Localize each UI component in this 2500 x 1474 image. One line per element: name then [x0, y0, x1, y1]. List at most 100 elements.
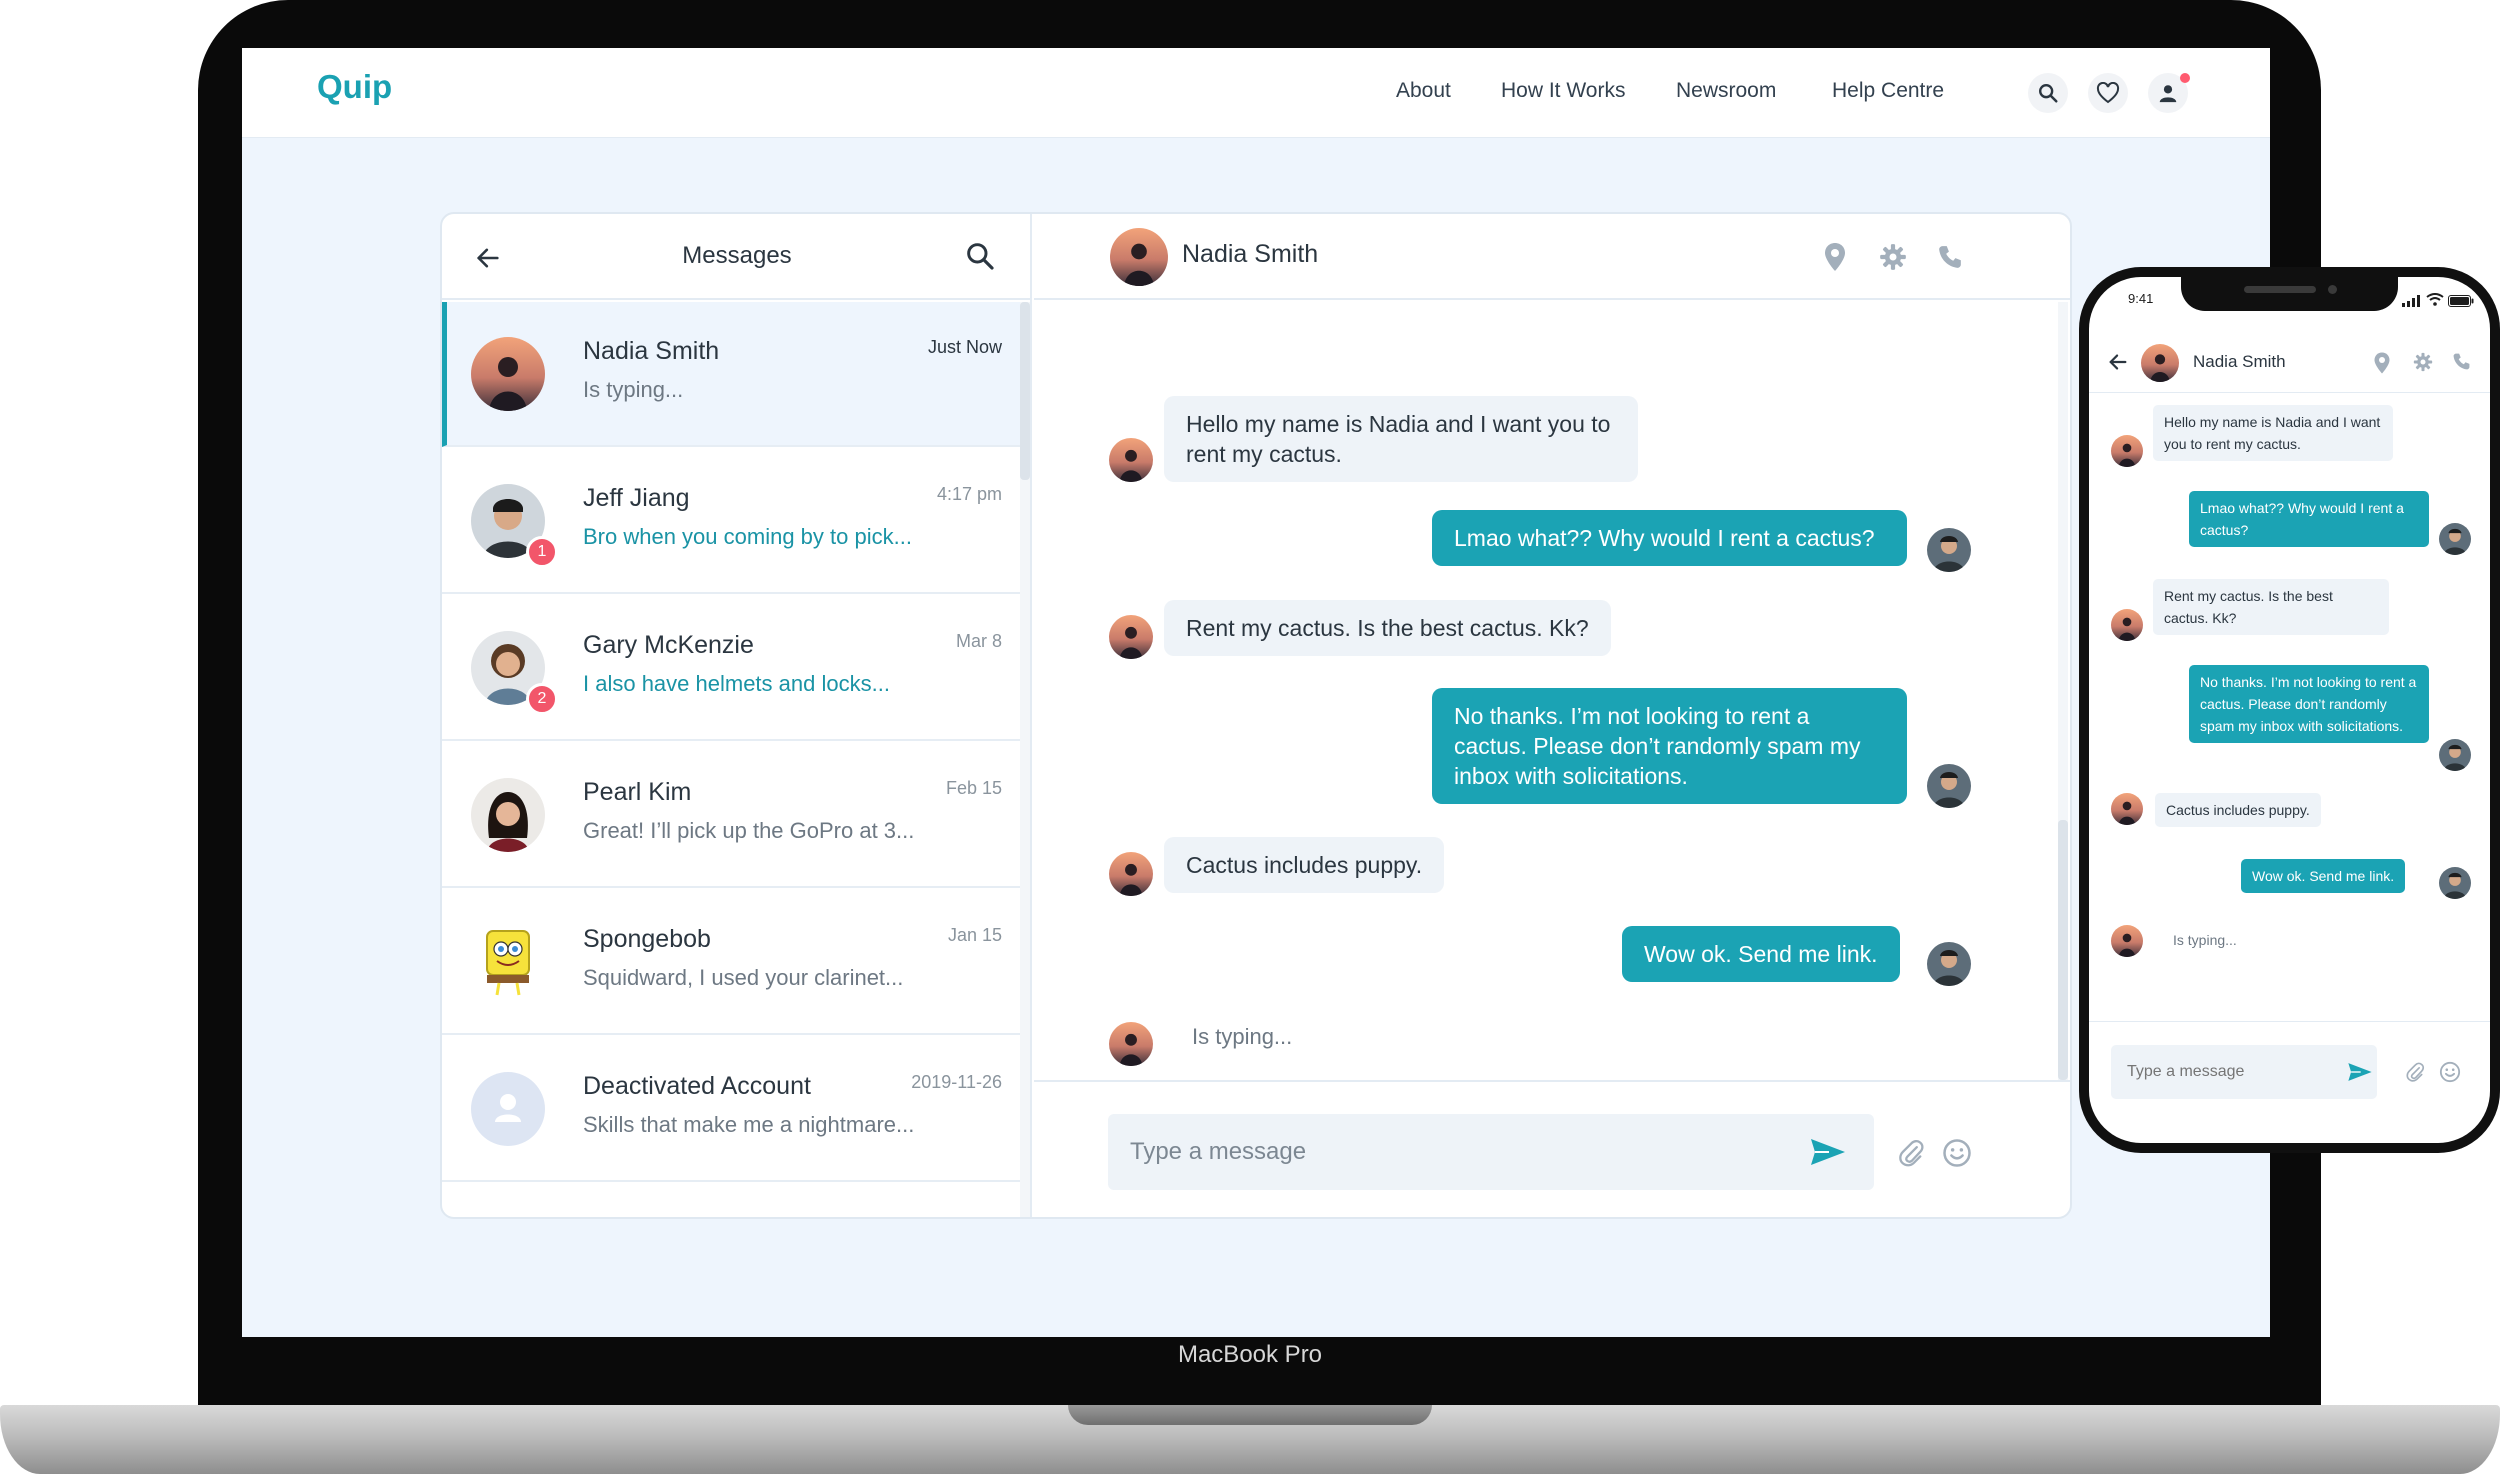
nav-link-about[interactable]: About: [1396, 79, 1451, 103]
nav-link-newsroom[interactable]: Newsroom: [1676, 79, 1776, 103]
search-icon: [967, 243, 994, 270]
attach-button[interactable]: [1894, 1136, 1928, 1170]
conversation-list-scroll-thumb[interactable]: [1020, 302, 1030, 480]
phone-status-time: 9:41: [2128, 291, 2154, 306]
phone-screen: Nadia Smith Hello my name is Nadia and I…: [2089, 277, 2490, 1143]
conversation-item-nadia-smith[interactable]: Nadia Smith Is typing... Just Now: [442, 302, 1020, 447]
phone-message-avatar-me: [2439, 739, 2471, 771]
paperclip-icon: [1899, 1140, 1924, 1167]
conversation-preview: Squidward, I used your clarinet...: [583, 965, 904, 990]
phone-notch: [2181, 277, 2398, 311]
conversation-time: Mar 8: [955, 631, 1002, 651]
brand-logo[interactable]: Quip: [317, 68, 392, 106]
message-avatar-them: [1109, 852, 1153, 896]
message-bubble-incoming: Cactus includes puppy.: [1164, 837, 1445, 893]
phone-message-avatar-them: [2111, 793, 2143, 825]
phone-emoji-button[interactable]: [2439, 1061, 2461, 1087]
phone-composer-divider: [2089, 1021, 2490, 1022]
phone-signal-icon: [2402, 292, 2422, 311]
nav-link-help-centre[interactable]: Help Centre: [1832, 79, 1944, 103]
message-avatar-them: [1109, 615, 1153, 659]
conversation-time: 2019-11-26: [911, 1072, 1002, 1092]
settings-button[interactable]: [1877, 241, 1909, 273]
phone-camera: [2328, 285, 2337, 294]
avatar-spongebob: [471, 925, 545, 999]
phone-message-bubble-incoming: Cactus includes puppy.: [2155, 793, 2321, 827]
message-avatar-them: [1109, 438, 1153, 482]
conversation-preview: Great! I’ll pick up the GoPro at 3...: [583, 818, 915, 843]
smiley-icon: [1943, 1139, 1971, 1167]
send-button[interactable]: [1808, 1134, 1848, 1170]
phone-speaker: [2244, 286, 2316, 293]
chat-contact-name[interactable]: Nadia Smith: [1182, 240, 1318, 269]
phone-message-bubble-incoming: Rent my cactus. Is the best cactus. Kk?: [2153, 579, 2389, 635]
message-input[interactable]: [1130, 1136, 1770, 1168]
chat-contact-avatar[interactable]: [1110, 228, 1168, 286]
message-composer: [1108, 1114, 1874, 1190]
phone-message-avatar-me: [2439, 867, 2471, 899]
message-bubble-outgoing: Wow ok. Send me link.: [1622, 926, 1900, 982]
laptop-notch: [1068, 1405, 1432, 1425]
messaging-app: Messages Nadia Smith Is typing... Just N…: [440, 212, 2072, 1219]
conversation-item-spongebob[interactable]: Spongebob Squidward, I used your clarine…: [442, 890, 1020, 1035]
message-bubble-incoming: Hello my name is Nadia and I want you to…: [1164, 396, 1638, 482]
phone-send-button[interactable]: [2347, 1061, 2373, 1087]
phone-battery-icon: [2448, 292, 2474, 311]
notification-dot: [2180, 73, 2190, 83]
heart-icon: [2096, 82, 2120, 104]
arrow-left-icon: [2109, 354, 2127, 370]
conversation-time: Jan 15: [947, 925, 1002, 945]
conversation-name: Jeff Jiang: [583, 484, 690, 512]
message-avatar-me: [1927, 764, 1971, 808]
phone-call-button[interactable]: [2452, 352, 2471, 375]
gear-icon: [2413, 352, 2433, 372]
send-icon: [1811, 1139, 1845, 1165]
phone-back-button[interactable]: [2107, 351, 2131, 375]
location-pin-icon: [1825, 243, 1845, 271]
phone-icon: [2453, 353, 2470, 370]
user-icon: [2159, 85, 2177, 103]
phone-location-button[interactable]: [2373, 351, 2391, 379]
location-button[interactable]: [1820, 240, 1850, 274]
search-conversations-button[interactable]: [962, 238, 998, 274]
conversation-time: Feb 15: [945, 778, 1002, 798]
message-avatar-me: [1927, 528, 1971, 572]
typing-indicator: Is typing...: [1192, 1024, 1293, 1049]
conversation-name: Deactivated Account: [583, 1072, 811, 1100]
phone-contact-avatar[interactable]: [2141, 344, 2179, 382]
phone-settings-button[interactable]: [2413, 352, 2433, 376]
call-button[interactable]: [1934, 241, 1966, 273]
phone-message-bubble-outgoing: Wow ok. Send me link.: [2241, 859, 2406, 893]
laptop-model-label: MacBook Pro: [1177, 1341, 1323, 1368]
nav-favorites-button[interactable]: [2088, 73, 2128, 113]
phone-attach-button[interactable]: [2405, 1061, 2425, 1087]
message-bubble-outgoing: No thanks. I’m not looking to rent a cac…: [1432, 688, 1907, 804]
conversation-item-deactivated-account[interactable]: Deactivated Account Skills that make me …: [442, 1037, 1020, 1182]
paperclip-icon: [2406, 1062, 2425, 1082]
top-navigation: Quip About How It Works Newsroom Help Ce…: [242, 48, 2270, 138]
message-bubble-outgoing: Lmao what?? Why would I rent a cactus?: [1432, 510, 1907, 566]
nav-link-how-it-works[interactable]: How It Works: [1501, 79, 1625, 103]
phone-message-avatar-them: [2111, 435, 2143, 467]
phone-message-bubble-outgoing: Lmao what?? Why would I rent a cactus?: [2189, 491, 2429, 547]
conversation-time: 4:17 pm: [936, 484, 1002, 504]
conversation-name: Pearl Kim: [583, 778, 692, 806]
phone-message-avatar-me: [2439, 523, 2471, 555]
conversation-item-pearl-kim[interactable]: Pearl Kim Great! I’ll pick up the GoPro …: [442, 743, 1020, 888]
unread-badge: 1: [526, 536, 558, 568]
phone-message-composer: [2111, 1045, 2377, 1099]
location-pin-icon: [2374, 352, 2390, 374]
conversation-item-gary-mckenzie[interactable]: 2 Gary McKenzie I also have helmets and …: [442, 596, 1020, 741]
phone-wifi-icon: [2426, 291, 2444, 310]
nav-search-button[interactable]: [2028, 73, 2068, 113]
conversation-item-jeff-jiang[interactable]: 1 Jeff Jiang Bro when you coming by to p…: [442, 449, 1020, 594]
phone-icon: [1939, 246, 1961, 268]
emoji-button[interactable]: [1940, 1136, 1974, 1170]
chat-scroll-thumb[interactable]: [2058, 820, 2068, 1080]
conversation-name: Gary McKenzie: [583, 631, 754, 659]
phone-contact-name[interactable]: Nadia Smith: [2193, 352, 2286, 372]
message-avatar-them: [1109, 1022, 1153, 1066]
phone-message-avatar-them: [2111, 609, 2143, 641]
phone-message-input[interactable]: [2127, 1061, 2327, 1083]
conversation-name: Nadia Smith: [583, 337, 720, 365]
